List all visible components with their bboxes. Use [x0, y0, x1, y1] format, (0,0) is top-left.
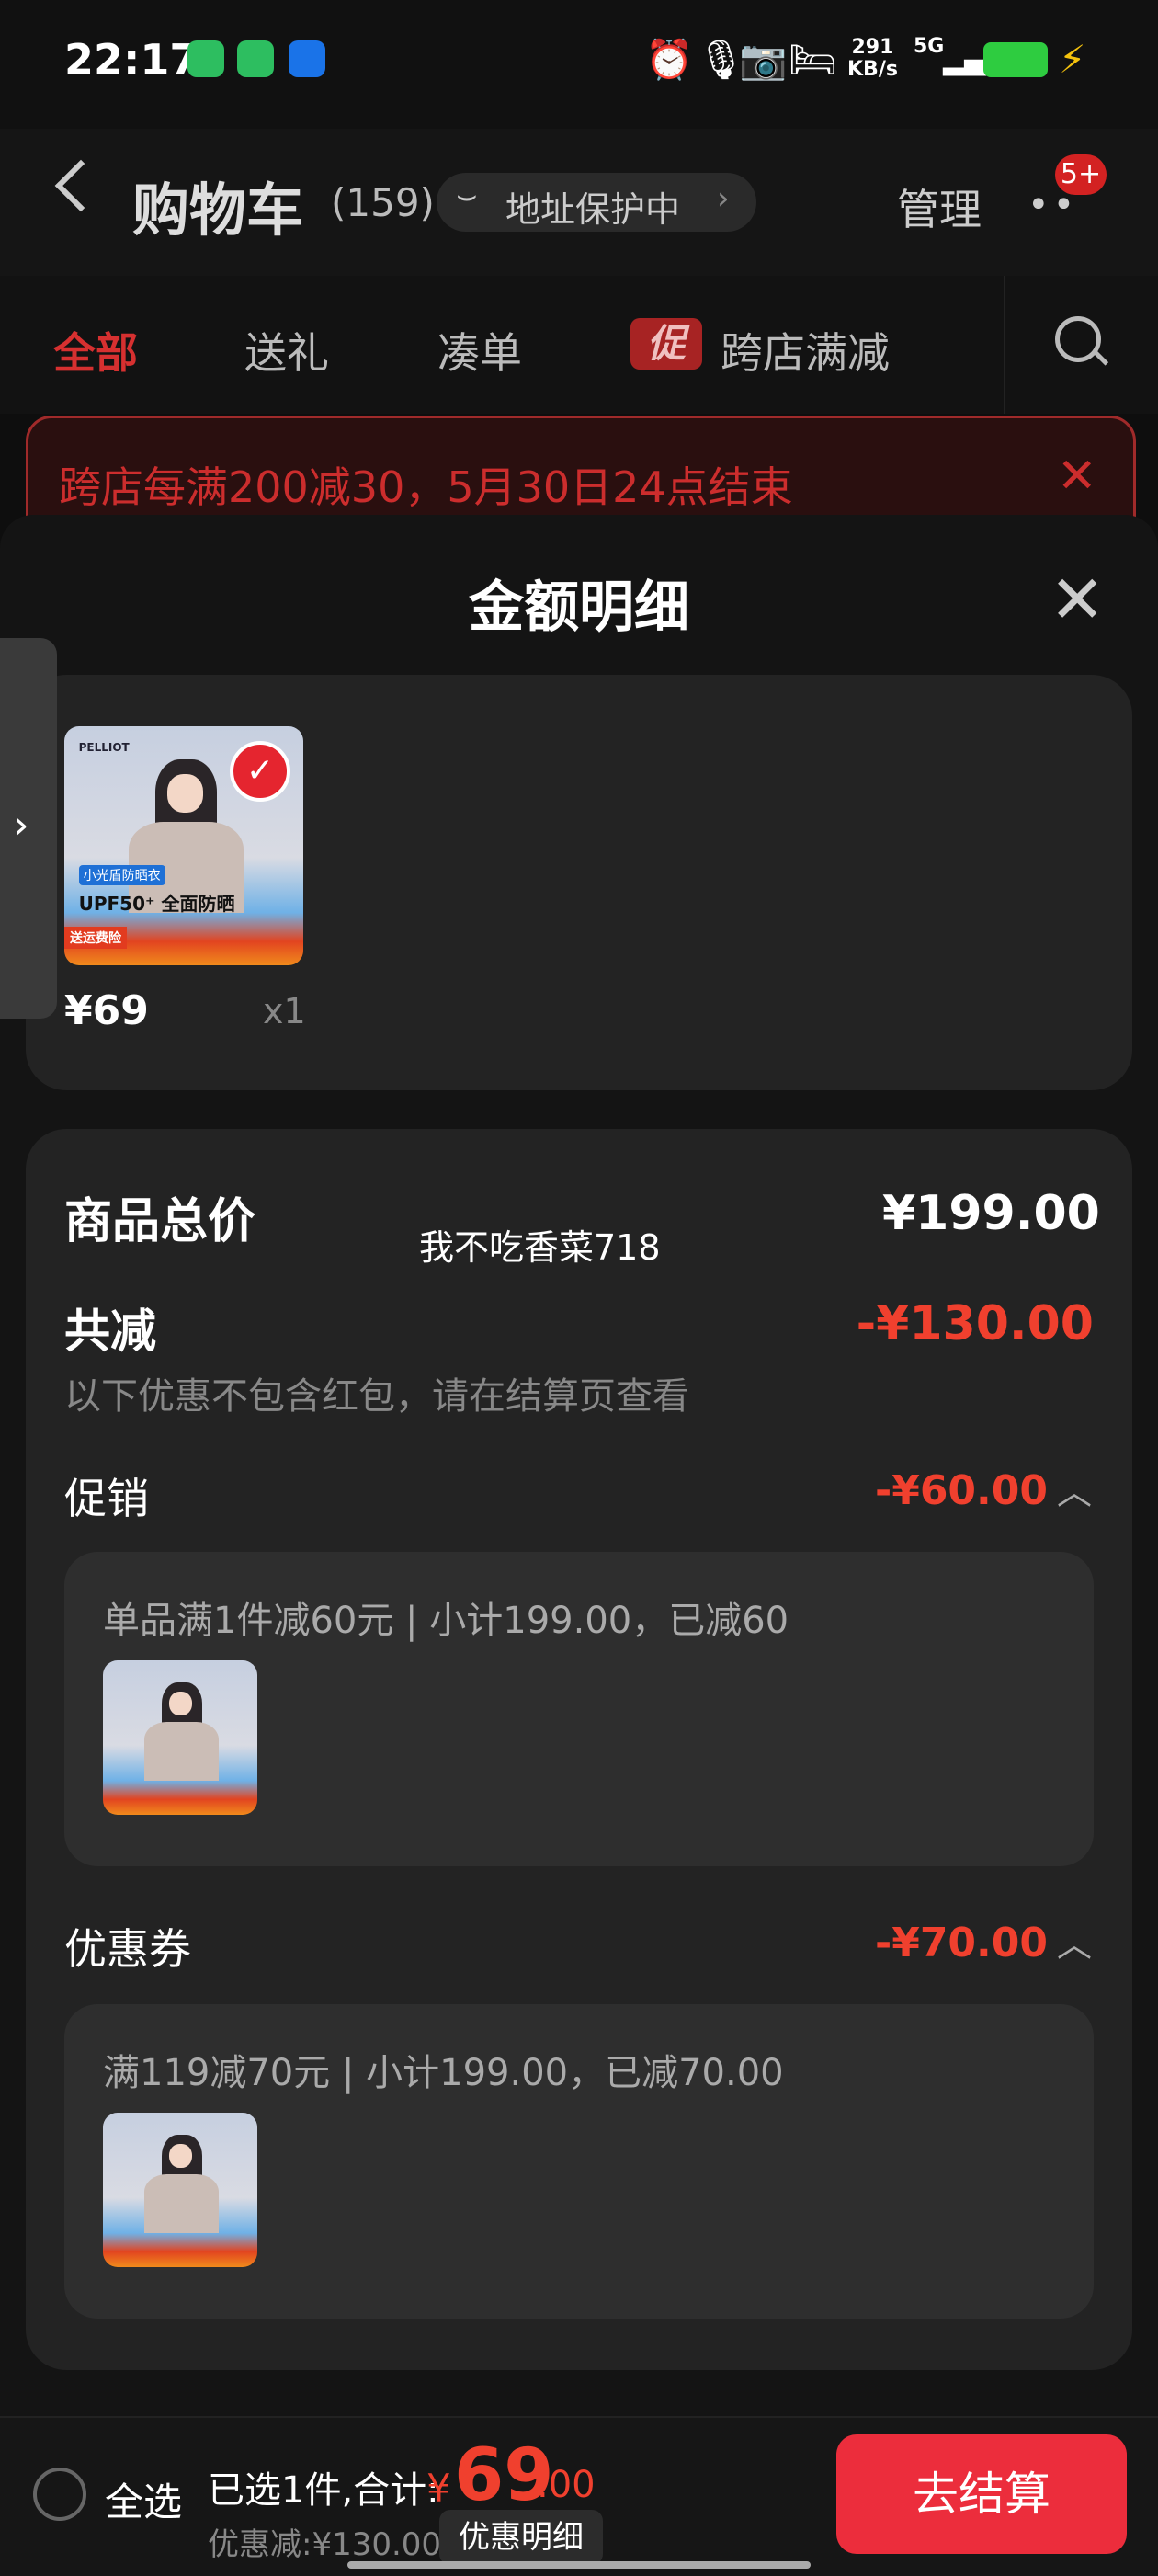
tab-combine[interactable]: 凑单 [437, 320, 522, 381]
promotion-desc: 单品满1件减60元 | 小计199.00，已减60 [103, 1600, 789, 1642]
product-thumbnail[interactable] [103, 2113, 257, 2267]
chevron-up-icon[interactable]: ︿ [1057, 1464, 1092, 1514]
tab-bar [0, 276, 1158, 414]
charging-icon: ⚡ [1059, 37, 1086, 82]
total-price-value: ¥199.00 [882, 1186, 1100, 1241]
wechat-icon [187, 40, 224, 77]
tab-gift[interactable]: 送礼 [244, 320, 329, 381]
sleep-icon: 🛏 [789, 37, 838, 82]
total-price-label: 商品总价 [64, 1194, 256, 1249]
total-reduce-value: -¥130.00 [856, 1296, 1094, 1351]
select-all-label[interactable]: 全选 [105, 2471, 182, 2527]
message-badge: 5+ [1055, 154, 1107, 195]
net-speed: 291 KB/s [847, 36, 898, 81]
search-icon[interactable] [1055, 316, 1101, 362]
promotion-value: -¥60.00 [874, 1467, 1048, 1514]
alarm-icon: ⏰ [645, 37, 694, 82]
sheet-title: 金额明细 [469, 576, 689, 640]
wechat-icon [237, 40, 274, 77]
promo-banner-text: 跨店每满200减30，5月30日24点结束 [59, 462, 793, 512]
status-time: 22:17 [64, 35, 199, 85]
coupon-value: -¥70.00 [874, 1920, 1048, 1966]
promo-tag: 促 [630, 318, 702, 370]
watermark-text: 我不吃香菜718 [419, 1227, 661, 1268]
discount-detail-button[interactable]: 优惠明细 [439, 2510, 603, 2565]
home-indicator[interactable] [347, 2561, 811, 2569]
total-amount-decimal: .00 [537, 2464, 596, 2506]
promotion-label: 促销 [64, 1474, 149, 1523]
check-icon: ✓ [230, 741, 290, 802]
address-protection-label: 地址保护中 [505, 189, 681, 230]
network-type: 5G [914, 35, 945, 58]
total-reduce-label: 共减 [64, 1305, 156, 1358]
select-all-radio[interactable] [33, 2468, 86, 2521]
shield-icon: ⌣ [456, 177, 478, 214]
discount-summary: 优惠减:¥130.00 [208, 2526, 442, 2563]
cart-count: (159) [331, 180, 435, 225]
close-icon[interactable]: ✕ [1057, 449, 1097, 504]
product-quantity: x1 [263, 991, 306, 1032]
coupon-desc: 满119减70元 | 小计199.00，已减70.00 [103, 2052, 784, 2094]
tab-all[interactable]: 全部 [53, 320, 138, 381]
divider [1004, 276, 1005, 414]
chevron-right-icon: › [13, 802, 29, 849]
coupon-label: 优惠券 [64, 1924, 191, 1974]
manage-button[interactable]: 管理 [897, 177, 982, 237]
tab-cross-store-discount[interactable]: 跨店满减 [721, 320, 890, 381]
product-thumbnail[interactable] [103, 1660, 257, 1815]
page-title: 购物车 [132, 177, 304, 244]
total-currency: ¥ [426, 2466, 451, 2511]
close-icon[interactable]: ✕ [1050, 561, 1105, 638]
camera-icon: 📷 [739, 37, 788, 82]
reduce-note: 以下优惠不包含红包，请在结算页查看 [64, 1375, 689, 1418]
battery-icon [983, 42, 1048, 77]
product-price: ¥69 [64, 987, 149, 1034]
chevron-right-icon: › [717, 180, 730, 217]
broadcast-icon [289, 40, 325, 77]
chevron-up-icon[interactable]: ︿ [1057, 1916, 1092, 1966]
checkout-button[interactable]: 去结算 [836, 2434, 1127, 2554]
selected-summary: 已选1件,合计: [208, 2469, 439, 2512]
